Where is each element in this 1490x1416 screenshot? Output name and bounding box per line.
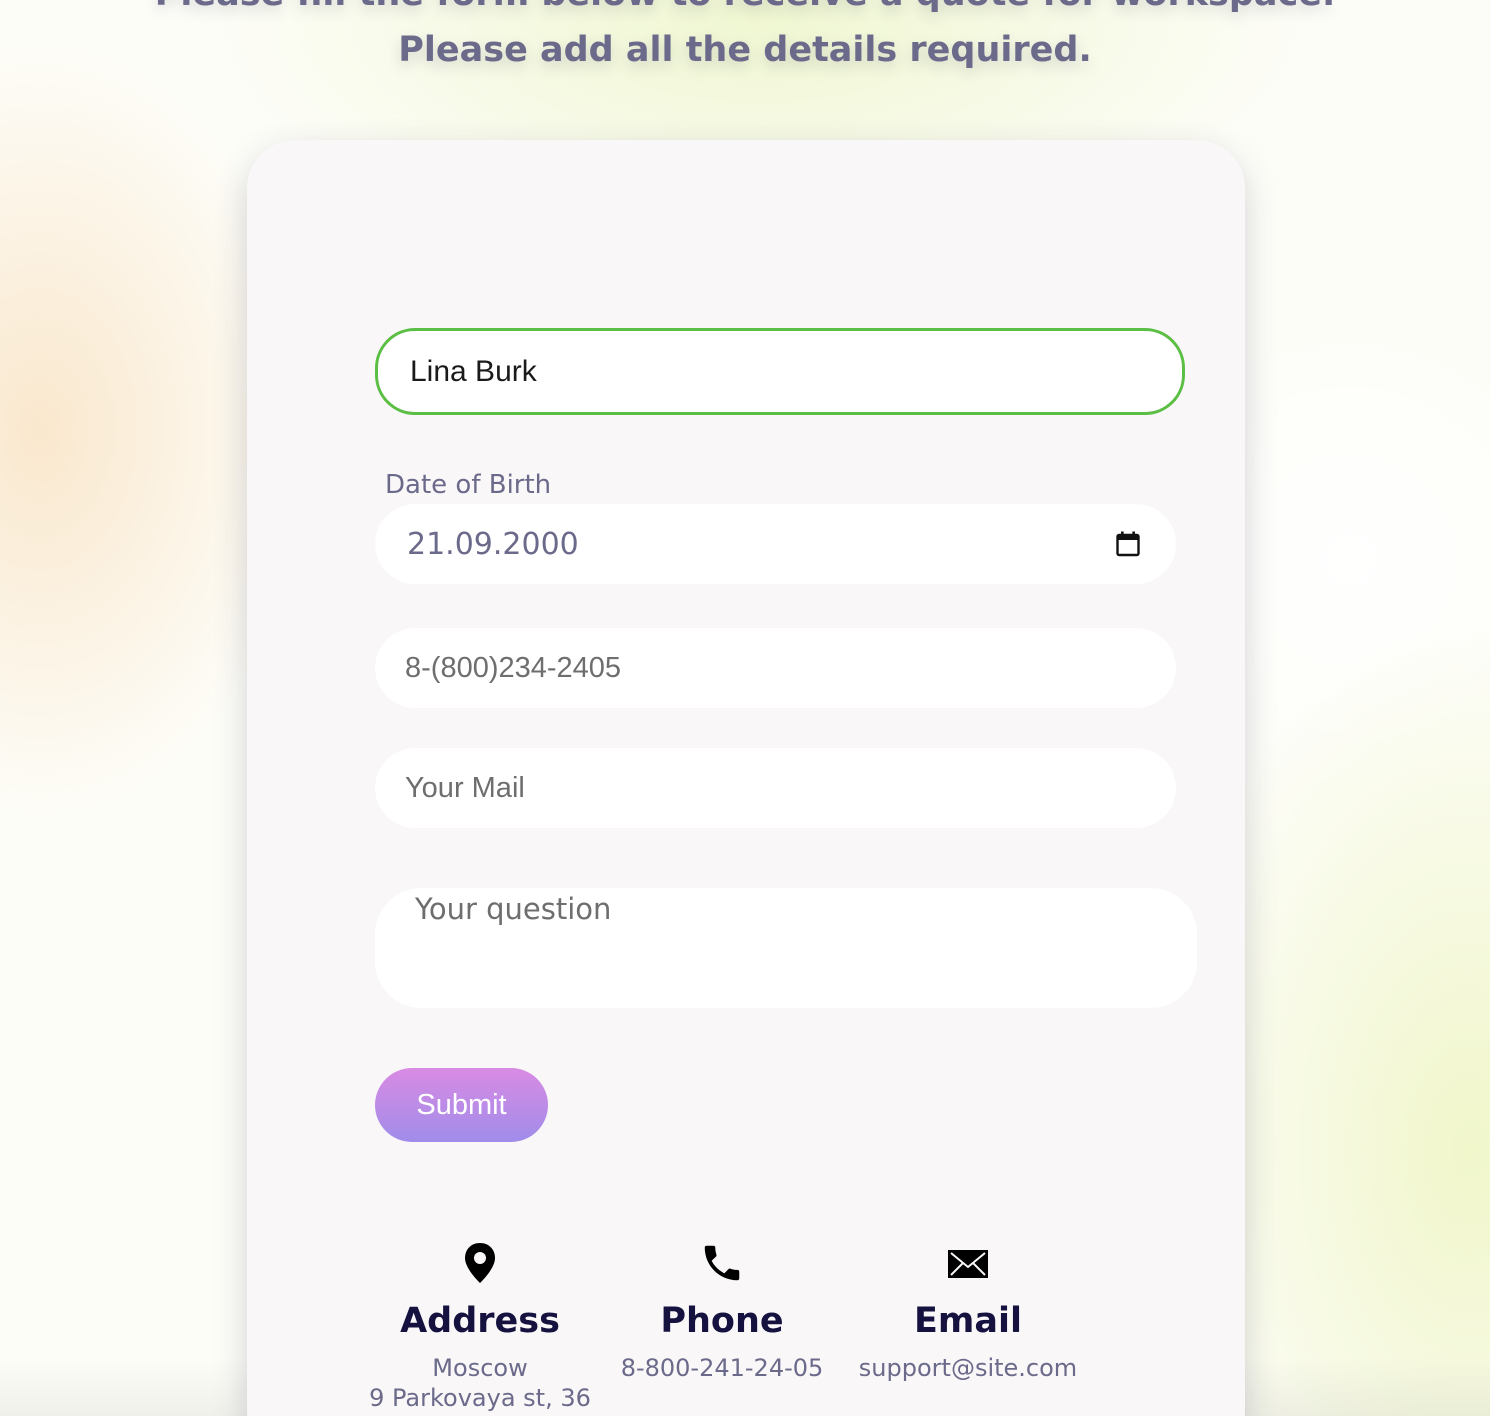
- quote-form-card: Lina Burk Date of Birth 21.09.2000 8-(80…: [247, 140, 1245, 1416]
- dob-input-value: 21.09.2000: [407, 526, 579, 562]
- dob-input[interactable]: 21.09.2000: [375, 504, 1176, 584]
- contact-phone: Phone 8-800-241-24-05: [592, 1240, 852, 1383]
- name-input[interactable]: Lina Burk: [375, 328, 1185, 415]
- email-title: Email: [914, 1301, 1022, 1341]
- intro-text-line-2: Please add all the details required.: [398, 30, 1092, 70]
- address-street: 9 Parkovaya st, 36: [369, 1384, 591, 1412]
- question-textarea[interactable]: Your question: [375, 888, 1197, 1008]
- name-input-value: Lina Burk: [410, 354, 537, 388]
- dob-label: Date of Birth: [385, 470, 552, 500]
- contact-address: Address Moscow 9 Parkovaya st, 36: [350, 1240, 610, 1413]
- address-city: Moscow: [432, 1354, 528, 1382]
- contact-email: Email support@site.com: [838, 1240, 1098, 1383]
- phone-input[interactable]: 8-(800)234-2405: [375, 628, 1176, 708]
- email-address: support@site.com: [858, 1354, 1078, 1382]
- calendar-icon[interactable]: [1116, 531, 1140, 557]
- phone-input-placeholder: 8-(800)234-2405: [405, 651, 622, 684]
- intro-text-line-1: Please fill the form below to receive a …: [0, 0, 1490, 14]
- location-pin-icon: [465, 1243, 495, 1283]
- phone-icon: [704, 1245, 740, 1281]
- envelope-icon: [948, 1250, 988, 1278]
- question-textarea-placeholder: Your question: [415, 892, 612, 926]
- email-input[interactable]: Your Mail: [375, 748, 1176, 828]
- submit-button[interactable]: Submit: [375, 1068, 548, 1142]
- phone-title: Phone: [660, 1301, 784, 1341]
- address-title: Address: [400, 1301, 560, 1341]
- email-input-placeholder: Your Mail: [405, 771, 525, 804]
- phone-number: 8-800-241-24-05: [620, 1354, 824, 1382]
